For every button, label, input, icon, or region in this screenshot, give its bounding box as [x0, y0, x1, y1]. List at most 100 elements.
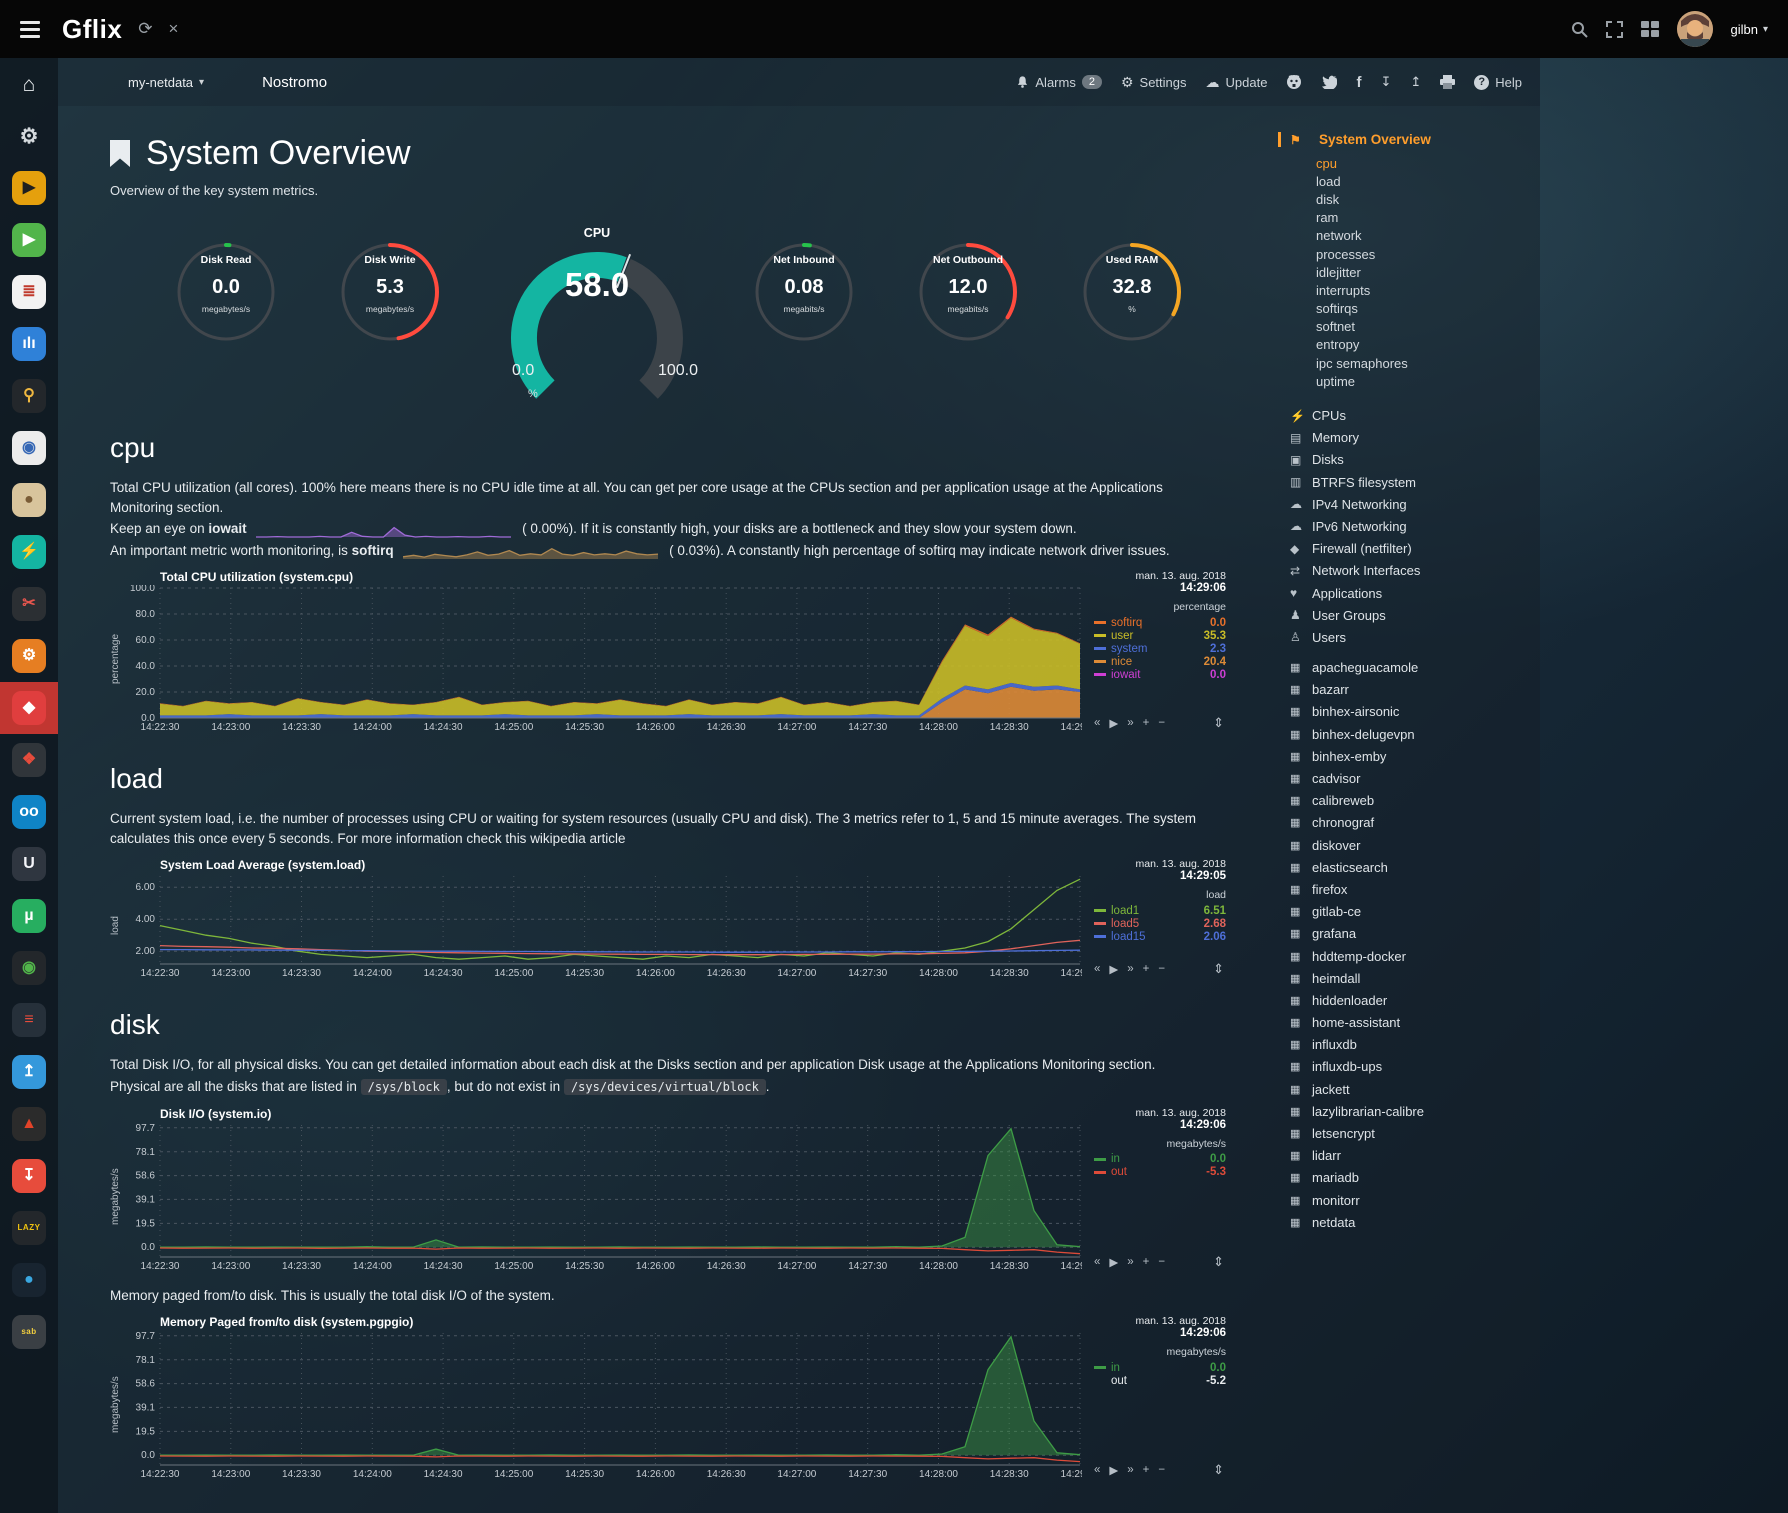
chart-play-button[interactable]: ▶ — [1109, 962, 1118, 976]
menu-app[interactable]: ▦ influxdb — [1290, 1034, 1530, 1056]
gauge-disk-read[interactable]: Disk Read 0.0 megabytes/s — [164, 232, 288, 358]
gauge-cpu[interactable]: CPU 58.0 0.0 100.0 % — [492, 218, 702, 402]
iowait-sparkline[interactable] — [256, 521, 512, 538]
menu-app[interactable]: ▦ diskover — [1290, 834, 1530, 856]
menu-subitem[interactable]: cpu — [1290, 154, 1530, 172]
app-tab[interactable]: sab — [0, 1306, 58, 1358]
menu-app[interactable]: ▦ binhex-emby — [1290, 745, 1530, 767]
disk-plot[interactable]: 14:22:3014:23:0014:23:3014:24:0014:24:30… — [124, 1122, 1082, 1272]
menu-app[interactable]: ▦ apacheguacamole — [1290, 657, 1530, 679]
menu-app[interactable]: ▦ hiddenloader — [1290, 989, 1530, 1011]
menu-subitem[interactable]: ram — [1290, 209, 1530, 227]
app-tab[interactable]: LAZY — [0, 1202, 58, 1254]
chart-play-button[interactable]: ▶ — [1109, 1463, 1118, 1477]
chart-zoom-out-button[interactable]: − — [1158, 1464, 1165, 1476]
app-tab[interactable]: ✂ — [0, 578, 58, 630]
chart-zoom-out-button[interactable]: − — [1158, 1256, 1165, 1268]
legend-entry[interactable]: load5 2.68 — [1094, 917, 1226, 930]
app-tab[interactable]: ❖ — [0, 734, 58, 786]
app-tab[interactable]: ⚲ — [0, 370, 58, 422]
legend-entry[interactable]: in 0.0 — [1094, 1153, 1226, 1166]
fullscreen-icon[interactable] — [1606, 21, 1623, 38]
app-tab[interactable]: ⚙ — [0, 110, 58, 162]
search-icon[interactable] — [1571, 21, 1588, 38]
refresh-icon[interactable]: ⟳ — [138, 19, 152, 39]
cpu-chart[interactable]: Total CPU utilization (system.cpu) perce… — [110, 570, 1248, 733]
gauge-disk-write[interactable]: Disk Write 5.3 megabytes/s — [328, 232, 452, 358]
menu-section[interactable]: ⇄ Network Interfaces — [1290, 560, 1530, 582]
github-icon[interactable] — [1286, 74, 1302, 90]
menu-app[interactable]: ▦ elasticsearch — [1290, 856, 1530, 878]
menu-subitem[interactable]: softnet — [1290, 318, 1530, 336]
menu-system-overview[interactable]: ⚑ System Overview — [1278, 132, 1530, 147]
app-tab[interactable]: ▲ — [0, 1098, 58, 1150]
download-icon[interactable]: ↧ — [1380, 74, 1391, 90]
app-tab[interactable]: ılı — [0, 318, 58, 370]
menu-section[interactable]: ◆ Firewall (netfilter) — [1290, 538, 1530, 560]
menu-app[interactable]: ▦ netdata — [1290, 1211, 1530, 1233]
menu-app[interactable]: ▦ heimdall — [1290, 967, 1530, 989]
legend-entry[interactable]: in 0.0 — [1094, 1361, 1226, 1374]
app-tab[interactable]: ↥ — [0, 1046, 58, 1098]
menu-section[interactable]: ⚡ CPUs — [1290, 404, 1530, 426]
menu-app[interactable]: ▦ binhex-delugevpn — [1290, 723, 1530, 745]
chart-zoom-in-button[interactable]: + — [1143, 1464, 1150, 1476]
menu-app[interactable]: ▦ firefox — [1290, 878, 1530, 900]
chart-back-button[interactable]: « — [1094, 1256, 1100, 1268]
chart-forward-button[interactable]: » — [1127, 1464, 1133, 1476]
legend-entry[interactable]: load1 6.51 — [1094, 904, 1226, 917]
upload-icon[interactable]: ↥ — [1410, 74, 1421, 90]
update-button[interactable]: ☁ Update — [1206, 74, 1268, 91]
menu-subitem[interactable]: entropy — [1290, 336, 1530, 354]
menu-app[interactable]: ▦ mariadb — [1290, 1167, 1530, 1189]
chart-forward-button[interactable]: » — [1127, 717, 1133, 729]
chart-back-button[interactable]: « — [1094, 1464, 1100, 1476]
menu-app[interactable]: ▦ binhex-airsonic — [1290, 701, 1530, 723]
menu-app[interactable]: ▦ monitorr — [1290, 1189, 1530, 1211]
app-tab[interactable]: ● — [0, 474, 58, 526]
app-tab[interactable]: ◉ — [0, 942, 58, 994]
user-menu[interactable]: gilbn ▾ — [1731, 22, 1769, 37]
menu-section[interactable]: ▥ BTRFS filesystem — [1290, 471, 1530, 493]
menu-section[interactable]: ▣ Disks — [1290, 449, 1530, 471]
gauge-net-inbound[interactable]: Net Inbound 0.08 megabits/s — [742, 232, 866, 358]
settings-button[interactable]: ⚙ Settings — [1121, 74, 1187, 91]
menu-subitem[interactable]: disk — [1290, 190, 1530, 208]
menu-subitem[interactable]: idlejitter — [1290, 263, 1530, 281]
menu-section[interactable]: ♙ Users — [1290, 626, 1530, 648]
app-tab[interactable]: ⚡ — [0, 526, 58, 578]
app-tab[interactable]: ≣ — [0, 266, 58, 318]
chart-resize-handle[interactable]: ⇕ — [1213, 1462, 1224, 1478]
menu-section[interactable]: ▤ Memory — [1290, 427, 1530, 449]
legend-entry[interactable]: system 2.3 — [1094, 642, 1226, 655]
chart-back-button[interactable]: « — [1094, 717, 1100, 729]
menu-app[interactable]: ▦ hddtemp-docker — [1290, 945, 1530, 967]
app-tab[interactable]: ▶ — [0, 214, 58, 266]
app-tab[interactable]: ◆ — [0, 682, 58, 734]
menu-app[interactable]: ▦ letsencrypt — [1290, 1122, 1530, 1144]
chart-back-button[interactable]: « — [1094, 963, 1100, 975]
print-icon[interactable] — [1440, 75, 1455, 89]
app-tab[interactable]: µ — [0, 890, 58, 942]
tabs-grid-icon[interactable] — [1641, 21, 1659, 37]
menu-app[interactable]: ▦ cadvisor — [1290, 767, 1530, 789]
legend-entry[interactable]: nice 20.4 — [1094, 655, 1226, 668]
menu-hamburger-icon[interactable] — [20, 21, 40, 38]
legend-entry[interactable]: softirq 0.0 — [1094, 616, 1226, 629]
chart-zoom-in-button[interactable]: + — [1143, 717, 1150, 729]
chart-zoom-in-button[interactable]: + — [1143, 1256, 1150, 1268]
memory-paged-plot[interactable]: 14:22:3014:23:0014:23:3014:24:0014:24:30… — [124, 1330, 1082, 1480]
gauge-used-ram[interactable]: Used RAM 32.8 % — [1070, 232, 1194, 358]
app-tab[interactable]: ⚙ — [0, 630, 58, 682]
menu-section[interactable]: ☁ IPv6 Networking — [1290, 515, 1530, 537]
menu-app[interactable]: ▦ gitlab-ce — [1290, 901, 1530, 923]
legend-entry[interactable]: out -5.3 — [1094, 1166, 1226, 1179]
close-icon[interactable]: × — [169, 19, 179, 39]
gauge-net-outbound[interactable]: Net Outbound 12.0 megabits/s — [906, 232, 1030, 358]
load-chart[interactable]: System Load Average (system.load) load 1… — [110, 858, 1248, 979]
menu-section[interactable]: ♟ User Groups — [1290, 604, 1530, 626]
app-tab[interactable]: ⌂ — [0, 58, 58, 110]
app-tab[interactable]: ◉ — [0, 422, 58, 474]
menu-app[interactable]: ▦ calibreweb — [1290, 790, 1530, 812]
menu-app[interactable]: ▦ influxdb-ups — [1290, 1056, 1530, 1078]
